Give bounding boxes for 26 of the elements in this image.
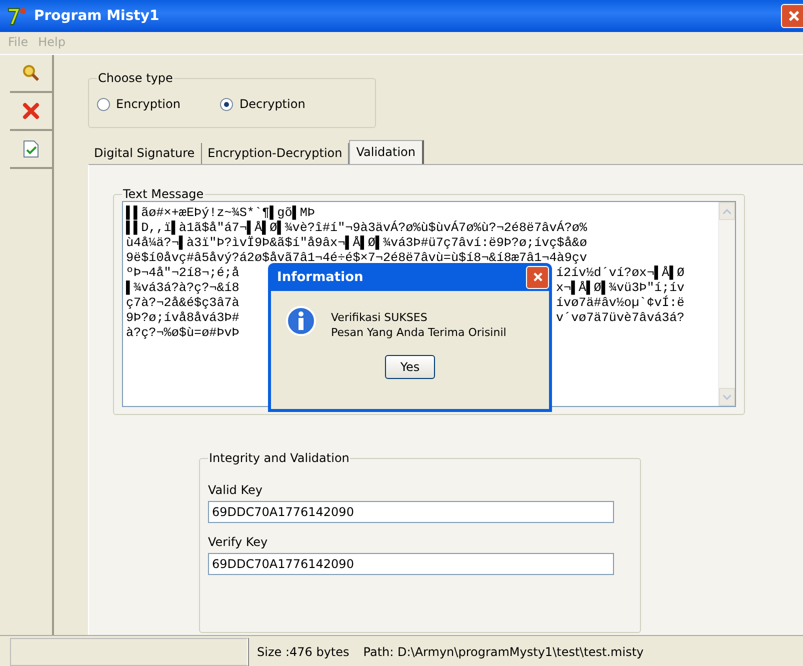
text-line: ▌▌ãø#×+æEÞý!z~¾S*`¶▌gõ▌MÞ bbox=[126, 206, 315, 220]
group-title: Text Message bbox=[122, 187, 205, 201]
text-line: ºÞ¬4å"¬2í8¬;é;å bbox=[126, 266, 240, 280]
window-title: Program Misty1 bbox=[34, 8, 160, 24]
file-size: Size :476 bytes bbox=[257, 645, 350, 659]
field-label: Verify Key bbox=[208, 535, 269, 549]
radio-label: Encryption bbox=[116, 97, 180, 111]
radio-label: Decryption bbox=[239, 97, 306, 111]
text-line: 9ë$í0åvç#â5åvý?á2ø$åvã7â1¬4é÷é$×7¬2é8ë7âvù=ù$í8¬&í8æ7â1¬4à9çv bbox=[126, 251, 588, 265]
text-line: ù4å¼ä?¬▌à3ï"Þ?ìvÏ9Þ&ã$í"å9âx¬▌Å▌Ø▌¾vá3Þ#ü7ç7âví:ë9Þ?ø;ívç$å&ø bbox=[126, 236, 588, 250]
text-line: 9Þ?ø;ívå8åvá3Þ# bbox=[126, 311, 240, 325]
group-title: Choose type bbox=[97, 71, 174, 85]
group-title: Integrity and Validation bbox=[208, 451, 350, 465]
file-path: Path: D:\Armyn\programMysty1\test\test.misty bbox=[363, 645, 644, 659]
text-line: í2ív½d´ví?øx¬▌Å▌Ø bbox=[556, 266, 684, 280]
text-line: ívø7ä#âv½oµ`¢vÍ:ë bbox=[556, 296, 684, 311]
text-line: ▌¾vá3á?à?ç?¬&í8 bbox=[126, 281, 240, 295]
field-label: Valid Key bbox=[208, 483, 264, 497]
text-line: v´vø7ä7üvè7âvá3á? bbox=[556, 311, 684, 326]
text-line: x¬▌Å▌Ø▌¾vü3Þ"í;ív bbox=[556, 281, 684, 296]
dialog-message: Pesan Yang Anda Terima Orisinil bbox=[331, 326, 506, 339]
text-line: ▌▌D,,ï▌à1ã$å"á7¬▌Å▌Ø▌¾vè?î#í"¬9à3ävÁ?ø%ù$ùvÁ7ø%ù?¬2é8ë7âvÁ?ø% bbox=[126, 221, 588, 235]
dialog-message: Verifikasi SUKSES bbox=[331, 311, 428, 324]
text-line: ç7à?¬2å&é$ç3â7à bbox=[126, 296, 240, 310]
dialog-title: Information bbox=[277, 270, 364, 284]
text-line: à?ç?¬%ø$ù=ø#ÞvÞ bbox=[126, 326, 240, 340]
